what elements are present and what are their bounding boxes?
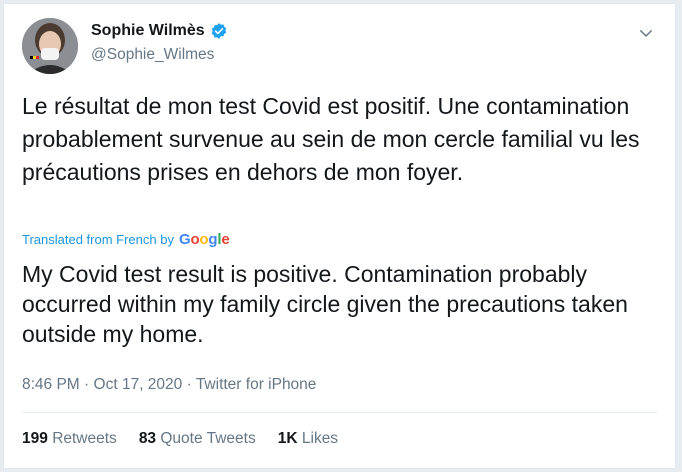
tweet-translation: My Covid test result is positive. Contam… — [22, 261, 628, 347]
likes-count: 1K — [277, 430, 298, 447]
avatar-image — [22, 18, 78, 74]
author-name[interactable]: Sophie Wilmès — [91, 22, 205, 40]
retweets-stat[interactable]: 199 Retweets — [22, 430, 117, 448]
tweet-date[interactable]: Oct 17, 2020 — [94, 376, 183, 393]
tweet-source[interactable]: Twitter for iPhone — [196, 376, 317, 393]
verified-badge-icon — [211, 23, 226, 39]
likes-label: Likes — [301, 430, 339, 447]
tweet-card: Sophie Wilmès @Sophie_Wilmes Le résultat… — [3, 3, 676, 469]
meta-separator: · — [186, 376, 192, 393]
translated-from-label: Translated from French by — [22, 232, 174, 247]
quote-tweets-label: Quote Tweets — [160, 430, 256, 447]
quote-tweets-stat[interactable]: 83 Quote Tweets — [139, 430, 256, 448]
author-handle[interactable]: @Sophie_Wilmes — [91, 46, 214, 64]
engagement-stats: 199 Retweets 83 Quote Tweets 1K Likes — [22, 430, 338, 448]
tweet-original-text: Le résultat de mon test Covid est positi… — [22, 93, 640, 185]
retweets-count: 199 — [22, 430, 48, 447]
avatar[interactable] — [22, 18, 78, 74]
google-logo: Google — [178, 231, 230, 248]
divider — [22, 412, 657, 413]
quote-tweets-count: 83 — [138, 430, 157, 447]
likes-stat[interactable]: 1K Likes — [278, 430, 338, 448]
meta-separator: · — [84, 376, 90, 393]
retweets-label: Retweets — [52, 430, 117, 447]
translated-by-link[interactable]: Translated from French by Google — [22, 231, 230, 248]
tweet-time[interactable]: 8:46 PM — [22, 376, 80, 393]
tweet-meta: 8:46 PM · Oct 17, 2020 · Twitter for iPh… — [22, 376, 316, 394]
author-name-row[interactable]: Sophie Wilmès — [91, 22, 228, 40]
chevron-down-icon[interactable] — [637, 24, 655, 42]
